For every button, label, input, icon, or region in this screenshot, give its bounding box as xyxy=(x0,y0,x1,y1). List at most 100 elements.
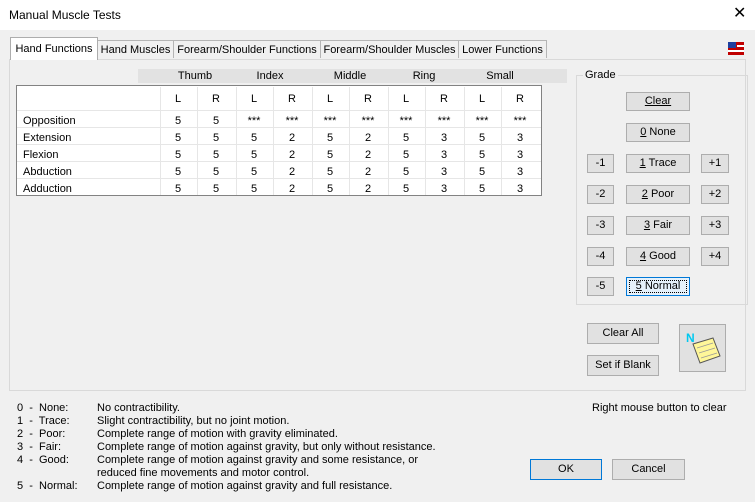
grade-minus-button[interactable]: -5 xyxy=(587,277,614,296)
grade-cell[interactable]: 5 xyxy=(470,149,494,161)
grade-cell[interactable]: 3 xyxy=(432,166,456,178)
grade-cell[interactable]: 2 xyxy=(356,183,380,195)
grade-cell[interactable]: 5 xyxy=(204,166,228,178)
close-icon[interactable]: ✕ xyxy=(733,6,746,22)
grade-cell[interactable]: 5 xyxy=(166,132,190,144)
grade-cell[interactable]: 5 xyxy=(242,183,266,195)
grade-cell[interactable]: 5 xyxy=(166,183,190,195)
grade-cell[interactable]: *** xyxy=(394,115,418,127)
ok-button[interactable]: OK xyxy=(530,459,602,480)
focus-ring xyxy=(629,280,687,293)
grade-cell[interactable]: 5 xyxy=(204,115,228,127)
grade-cell[interactable]: *** xyxy=(356,115,380,127)
grade-cell[interactable]: 3 xyxy=(432,183,456,195)
grade-cell[interactable]: 5 xyxy=(242,166,266,178)
grade-cell[interactable]: 3 xyxy=(508,149,532,161)
grade-cell[interactable]: 5 xyxy=(394,183,418,195)
side-header: R xyxy=(364,93,372,105)
header-ring: Ring xyxy=(412,70,436,82)
tab-lower-functions[interactable]: Lower Functions xyxy=(458,40,547,58)
grade-plus-button[interactable]: +2 xyxy=(701,185,729,204)
grade-plus-button[interactable]: +4 xyxy=(701,247,729,266)
grade-minus-button[interactable]: -2 xyxy=(587,185,614,204)
legend-description: Complete range of motion against gravity… xyxy=(97,454,418,466)
grade-cell[interactable]: 5 xyxy=(166,149,190,161)
grade-level-button[interactable]: 5 Normal xyxy=(626,277,690,296)
grade-cell[interactable]: 5 xyxy=(470,183,494,195)
legend-code: 3 - Fair: xyxy=(17,441,62,453)
legend-code: 2 - Poor: xyxy=(17,428,66,440)
grade-cell[interactable]: 5 xyxy=(470,166,494,178)
grade-plus-button[interactable]: +3 xyxy=(701,216,729,235)
grid-col-divider xyxy=(425,87,426,195)
window-title: Manual Muscle Tests xyxy=(9,8,121,22)
grade-level-text: Poor xyxy=(647,188,675,200)
grade-cell[interactable]: 5 xyxy=(242,149,266,161)
grade-cell[interactable]: *** xyxy=(242,115,266,127)
grade-minus-button[interactable]: -1 xyxy=(587,154,614,173)
tab-forearm-shoulder-muscles[interactable]: Forearm/Shoulder Muscles xyxy=(320,40,459,58)
grade-cell[interactable]: *** xyxy=(280,115,304,127)
grid-col-divider xyxy=(312,87,313,195)
cancel-button[interactable]: Cancel xyxy=(612,459,685,480)
flag-icon[interactable] xyxy=(728,42,744,55)
grade-cell[interactable]: 2 xyxy=(356,132,380,144)
svg-text:N: N xyxy=(686,331,695,345)
grade-cell[interactable]: 2 xyxy=(280,132,304,144)
legend-code: 1 - Trace: xyxy=(17,415,70,427)
notes-button[interactable]: N xyxy=(679,324,726,372)
grade-cell[interactable]: 3 xyxy=(508,183,532,195)
grid-col-divider xyxy=(349,87,350,195)
side-header: L xyxy=(478,93,486,105)
grade-cell[interactable]: *** xyxy=(470,115,494,127)
grade-cell[interactable]: 3 xyxy=(508,166,532,178)
grid-col-divider xyxy=(197,87,198,195)
row-label: Opposition xyxy=(23,115,76,127)
grade-cell[interactable]: 3 xyxy=(508,132,532,144)
grade-cell[interactable]: 3 xyxy=(432,149,456,161)
grade-cell[interactable]: 5 xyxy=(242,132,266,144)
grade-level-button[interactable]: 1 Trace xyxy=(626,154,690,173)
grade-level-button[interactable]: 3 Fair xyxy=(626,216,690,235)
grade-level-text: Trace xyxy=(645,157,677,169)
grade-cell[interactable]: 3 xyxy=(432,132,456,144)
grade-cell[interactable]: *** xyxy=(432,115,456,127)
grade-cell[interactable]: 5 xyxy=(166,166,190,178)
grade-cell[interactable]: 5 xyxy=(318,166,342,178)
grade-level-text: Good xyxy=(646,250,677,262)
grade-cell[interactable]: 5 xyxy=(204,132,228,144)
side-header: R xyxy=(440,93,448,105)
grade-level-button[interactable]: 0 None xyxy=(626,123,690,142)
grade-cell[interactable]: 5 xyxy=(470,132,494,144)
tab-hand-muscles[interactable]: Hand Muscles xyxy=(97,40,174,58)
grade-level-button[interactable]: 2 Poor xyxy=(626,185,690,204)
grade-cell[interactable]: 2 xyxy=(280,183,304,195)
grade-level-button[interactable]: 4 Good xyxy=(626,247,690,266)
grade-cell[interactable]: 5 xyxy=(318,149,342,161)
grade-cell[interactable]: 2 xyxy=(356,166,380,178)
grade-plus-button[interactable]: +1 xyxy=(701,154,729,173)
grade-cell[interactable]: 5 xyxy=(204,183,228,195)
grid-col-divider xyxy=(236,87,237,195)
clear-button[interactable]: Clear xyxy=(626,92,690,111)
set-if-blank-button[interactable]: Set if Blank xyxy=(587,355,659,376)
grade-cell[interactable]: 5 xyxy=(204,149,228,161)
grade-minus-button[interactable]: -3 xyxy=(587,216,614,235)
grade-cell[interactable]: 2 xyxy=(356,149,380,161)
grade-cell[interactable]: 5 xyxy=(394,149,418,161)
grade-cell[interactable]: *** xyxy=(508,115,532,127)
grade-cell[interactable]: *** xyxy=(318,115,342,127)
grid-row-divider xyxy=(17,161,541,162)
grade-cell[interactable]: 2 xyxy=(280,149,304,161)
grade-cell[interactable]: 5 xyxy=(318,132,342,144)
grade-minus-button[interactable]: -4 xyxy=(587,247,614,266)
grade-cell[interactable]: 5 xyxy=(394,166,418,178)
legend-description: Complete range of motion with gravity el… xyxy=(97,428,338,440)
tab-forearm-shoulder-functions[interactable]: Forearm/Shoulder Functions xyxy=(173,40,321,58)
grade-cell[interactable]: 2 xyxy=(280,166,304,178)
clear-all-button[interactable]: Clear All xyxy=(587,323,659,344)
grade-cell[interactable]: 5 xyxy=(166,115,190,127)
grade-cell[interactable]: 5 xyxy=(394,132,418,144)
tab-hand-functions[interactable]: Hand Functions xyxy=(10,37,98,60)
grade-cell[interactable]: 5 xyxy=(318,183,342,195)
